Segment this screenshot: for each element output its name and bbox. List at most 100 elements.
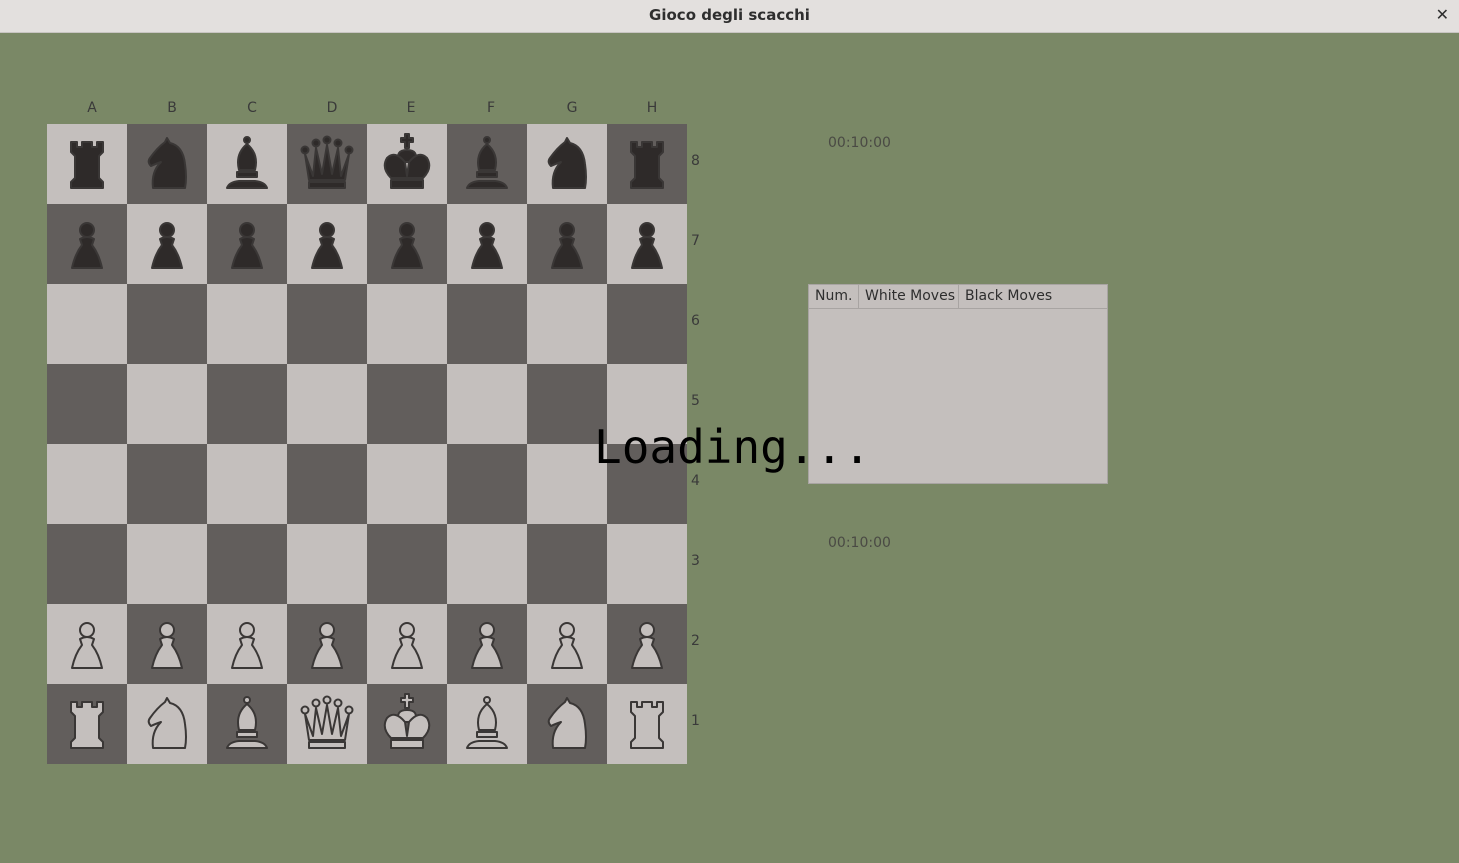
- square-h8[interactable]: [607, 124, 687, 204]
- square-d5[interactable]: [287, 364, 367, 444]
- square-c8[interactable]: [207, 124, 287, 204]
- square-e1[interactable]: [367, 684, 447, 764]
- square-e2[interactable]: [367, 604, 447, 684]
- square-b2[interactable]: [127, 604, 207, 684]
- chess-board[interactable]: [47, 124, 687, 764]
- white-queen-icon[interactable]: [295, 692, 359, 756]
- black-pawn-icon[interactable]: [295, 212, 359, 276]
- square-g2[interactable]: [527, 604, 607, 684]
- white-knight-icon[interactable]: [535, 692, 599, 756]
- square-f5[interactable]: [447, 364, 527, 444]
- square-d1[interactable]: [287, 684, 367, 764]
- black-pawn-icon[interactable]: [135, 212, 199, 276]
- square-e7[interactable]: [367, 204, 447, 284]
- black-pawn-icon[interactable]: [215, 212, 279, 276]
- white-king-icon[interactable]: [375, 692, 439, 756]
- loading-overlay-text: Loading...: [594, 420, 871, 474]
- square-c5[interactable]: [207, 364, 287, 444]
- square-g1[interactable]: [527, 684, 607, 764]
- black-pawn-icon[interactable]: [615, 212, 679, 276]
- square-c6[interactable]: [207, 284, 287, 364]
- white-bishop-icon[interactable]: [215, 692, 279, 756]
- square-f4[interactable]: [447, 444, 527, 524]
- square-d2[interactable]: [287, 604, 367, 684]
- square-f8[interactable]: [447, 124, 527, 204]
- square-h3[interactable]: [607, 524, 687, 604]
- black-king-icon[interactable]: [375, 132, 439, 196]
- square-a8[interactable]: [47, 124, 127, 204]
- square-b4[interactable]: [127, 444, 207, 524]
- square-g7[interactable]: [527, 204, 607, 284]
- square-h7[interactable]: [607, 204, 687, 284]
- black-pawn-icon[interactable]: [375, 212, 439, 276]
- close-icon[interactable]: ✕: [1436, 0, 1449, 30]
- file-label-c: C: [247, 100, 257, 116]
- square-c2[interactable]: [207, 604, 287, 684]
- square-b5[interactable]: [127, 364, 207, 444]
- square-e6[interactable]: [367, 284, 447, 364]
- square-a6[interactable]: [47, 284, 127, 364]
- square-d6[interactable]: [287, 284, 367, 364]
- square-d7[interactable]: [287, 204, 367, 284]
- square-f3[interactable]: [447, 524, 527, 604]
- square-b7[interactable]: [127, 204, 207, 284]
- white-pawn-icon[interactable]: [55, 612, 119, 676]
- square-e3[interactable]: [367, 524, 447, 604]
- square-c1[interactable]: [207, 684, 287, 764]
- square-c4[interactable]: [207, 444, 287, 524]
- square-h1[interactable]: [607, 684, 687, 764]
- square-d3[interactable]: [287, 524, 367, 604]
- black-rook-icon[interactable]: [55, 132, 119, 196]
- black-pawn-icon[interactable]: [55, 212, 119, 276]
- white-knight-icon[interactable]: [135, 692, 199, 756]
- square-g3[interactable]: [527, 524, 607, 604]
- square-b6[interactable]: [127, 284, 207, 364]
- square-e5[interactable]: [367, 364, 447, 444]
- white-pawn-icon[interactable]: [295, 612, 359, 676]
- black-rook-icon[interactable]: [615, 132, 679, 196]
- square-g8[interactable]: [527, 124, 607, 204]
- square-e4[interactable]: [367, 444, 447, 524]
- white-pawn-icon[interactable]: [615, 612, 679, 676]
- white-pawn-icon[interactable]: [375, 612, 439, 676]
- header-white-moves[interactable]: White Moves: [859, 285, 959, 309]
- file-label-d: D: [326, 100, 338, 116]
- white-pawn-icon[interactable]: [135, 612, 199, 676]
- square-e8[interactable]: [367, 124, 447, 204]
- square-f7[interactable]: [447, 204, 527, 284]
- square-a3[interactable]: [47, 524, 127, 604]
- header-black-moves[interactable]: Black Moves: [959, 285, 1107, 309]
- square-d8[interactable]: [287, 124, 367, 204]
- square-h6[interactable]: [607, 284, 687, 364]
- white-rook-icon[interactable]: [615, 692, 679, 756]
- square-a4[interactable]: [47, 444, 127, 524]
- square-a5[interactable]: [47, 364, 127, 444]
- square-f2[interactable]: [447, 604, 527, 684]
- square-h2[interactable]: [607, 604, 687, 684]
- black-pawn-icon[interactable]: [535, 212, 599, 276]
- white-rook-icon[interactable]: [55, 692, 119, 756]
- black-bishop-icon[interactable]: [455, 132, 519, 196]
- header-num[interactable]: Num.: [809, 285, 859, 309]
- black-knight-icon[interactable]: [535, 132, 599, 196]
- square-c7[interactable]: [207, 204, 287, 284]
- square-a7[interactable]: [47, 204, 127, 284]
- square-a2[interactable]: [47, 604, 127, 684]
- square-d4[interactable]: [287, 444, 367, 524]
- black-pawn-icon[interactable]: [455, 212, 519, 276]
- square-c3[interactable]: [207, 524, 287, 604]
- square-b8[interactable]: [127, 124, 207, 204]
- white-pawn-icon[interactable]: [535, 612, 599, 676]
- black-queen-icon[interactable]: [295, 132, 359, 196]
- square-f6[interactable]: [447, 284, 527, 364]
- square-a1[interactable]: [47, 684, 127, 764]
- white-pawn-icon[interactable]: [215, 612, 279, 676]
- square-f1[interactable]: [447, 684, 527, 764]
- white-pawn-icon[interactable]: [455, 612, 519, 676]
- black-bishop-icon[interactable]: [215, 132, 279, 196]
- square-b3[interactable]: [127, 524, 207, 604]
- black-knight-icon[interactable]: [135, 132, 199, 196]
- white-bishop-icon[interactable]: [455, 692, 519, 756]
- square-b1[interactable]: [127, 684, 207, 764]
- square-g6[interactable]: [527, 284, 607, 364]
